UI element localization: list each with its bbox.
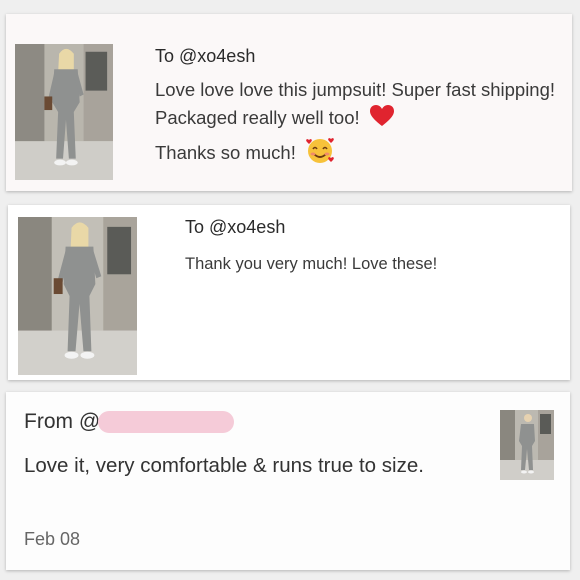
message-tail: Thanks so much!: [155, 142, 296, 163]
recipient-title[interactable]: To @xo4esh: [185, 217, 285, 238]
review-card-1: To @xo4esh Love love love this jumpsuit!…: [6, 14, 572, 191]
product-photo[interactable]: [18, 217, 137, 375]
message-body: Love love love this jumpsuit! Super fast…: [155, 79, 556, 128]
review-date: Feb 08: [24, 529, 81, 549]
review-card-3: From @ Love it, very comfortable & runs …: [6, 392, 570, 570]
message-text: Love love love this jumpsuit! Super fast…: [155, 76, 565, 172]
from-line: From @: [24, 410, 234, 440]
message-text: Thank you very much! Love these!: [185, 255, 438, 273]
from-label: From @: [24, 410, 101, 434]
jumpsuit-thumbnail-image: [500, 410, 554, 480]
redacted-handle: [98, 411, 234, 434]
recipient-title[interactable]: To @xo4esh: [155, 46, 255, 67]
review-card-2: To @xo4esh Thank you very much! Love the…: [8, 205, 570, 380]
product-thumbnail[interactable]: [500, 410, 554, 480]
jumpsuit-photo-image: [18, 217, 137, 375]
product-photo[interactable]: [15, 44, 113, 180]
jumpsuit-photo-image: [15, 44, 113, 180]
red-heart-icon: [369, 104, 395, 136]
smiling-face-with-hearts-icon: [305, 136, 335, 172]
review-text: Love it, very comfortable & runs true to…: [24, 454, 424, 477]
